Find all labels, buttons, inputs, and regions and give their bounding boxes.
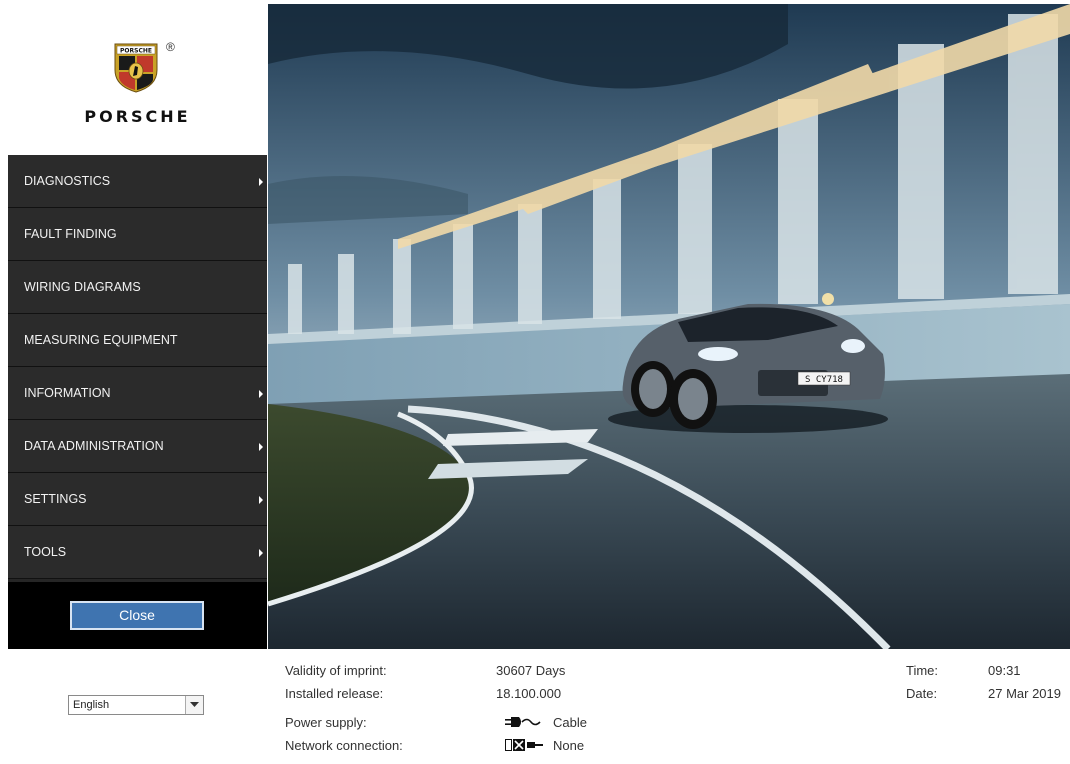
network-connection-value: None: [553, 738, 585, 753]
network-disconnected-icon: [505, 739, 543, 751]
menu-item-label: MEASURING EQUIPMENT: [24, 333, 178, 347]
close-button[interactable]: Close: [70, 601, 204, 630]
hero-image: S CY718: [268, 4, 1070, 649]
main-menu: DIAGNOSTICS FAULT FINDING WIRING DIAGRAM…: [8, 155, 267, 582]
porsche-crest-logo: PORSCHE: [114, 43, 158, 93]
menu-item-data-administration[interactable]: DATA ADMINISTRATION: [8, 420, 267, 473]
hero-illustration: S CY718: [268, 4, 1070, 649]
time-value: 09:31: [988, 663, 1021, 678]
menu-item-measuring-equipment[interactable]: MEASURING EQUIPMENT: [8, 314, 267, 367]
plug-cable-icon: [505, 717, 541, 727]
network-connection-label: Network connection:: [285, 738, 403, 753]
menu-item-label: DATA ADMINISTRATION: [24, 439, 164, 453]
submenu-arrow-icon: [259, 390, 263, 398]
menu-item-label: INFORMATION: [24, 386, 111, 400]
menu-item-label: FAULT FINDING: [24, 227, 117, 241]
menu-item-label: WIRING DIAGRAMS: [24, 280, 141, 294]
menu-item-label: TOOLS: [24, 545, 67, 559]
menu-item-label: SETTINGS: [24, 492, 87, 506]
submenu-arrow-icon: [259, 549, 263, 557]
chevron-down-icon: [190, 702, 199, 707]
registered-mark: ®: [166, 40, 175, 54]
crest-text: PORSCHE: [120, 48, 152, 55]
submenu-arrow-icon: [259, 496, 263, 504]
power-supply-label: Power supply:: [285, 715, 367, 730]
left-panel: PORSCHE ® PORSCHE DIAGNOSTICS FAULT FIND…: [8, 0, 267, 649]
date-label: Date:: [906, 686, 938, 701]
menu-item-tools[interactable]: TOOLS: [8, 526, 267, 579]
menu-item-settings[interactable]: SETTINGS: [8, 473, 267, 526]
language-select-value: English: [73, 699, 110, 711]
logo-area: PORSCHE ® PORSCHE: [8, 0, 267, 154]
submenu-arrow-icon: [259, 178, 263, 186]
license-plate-text: S CY718: [805, 375, 843, 385]
close-area: Close: [8, 582, 267, 649]
menu-item-information[interactable]: INFORMATION: [8, 367, 267, 420]
porsche-wordmark: PORSCHE: [84, 107, 191, 126]
submenu-arrow-icon: [259, 443, 263, 451]
menu-item-fault-finding[interactable]: FAULT FINDING: [8, 208, 267, 261]
release-label: Installed release:: [285, 686, 384, 701]
language-select[interactable]: English: [68, 695, 204, 715]
release-value: 18.100.000: [496, 686, 562, 701]
menu-item-diagnostics[interactable]: DIAGNOSTICS: [8, 155, 267, 208]
time-label: Time:: [906, 663, 939, 678]
menu-item-wiring-diagrams[interactable]: WIRING DIAGRAMS: [8, 261, 267, 314]
dropdown-button[interactable]: [185, 696, 203, 714]
menu-item-label: DIAGNOSTICS: [24, 174, 111, 188]
validity-value: 30607 Days: [496, 663, 566, 678]
power-supply-value: Cable: [553, 715, 587, 730]
date-value: 27 Mar 2019: [988, 686, 1061, 701]
validity-label: Validity of imprint:: [285, 663, 387, 678]
